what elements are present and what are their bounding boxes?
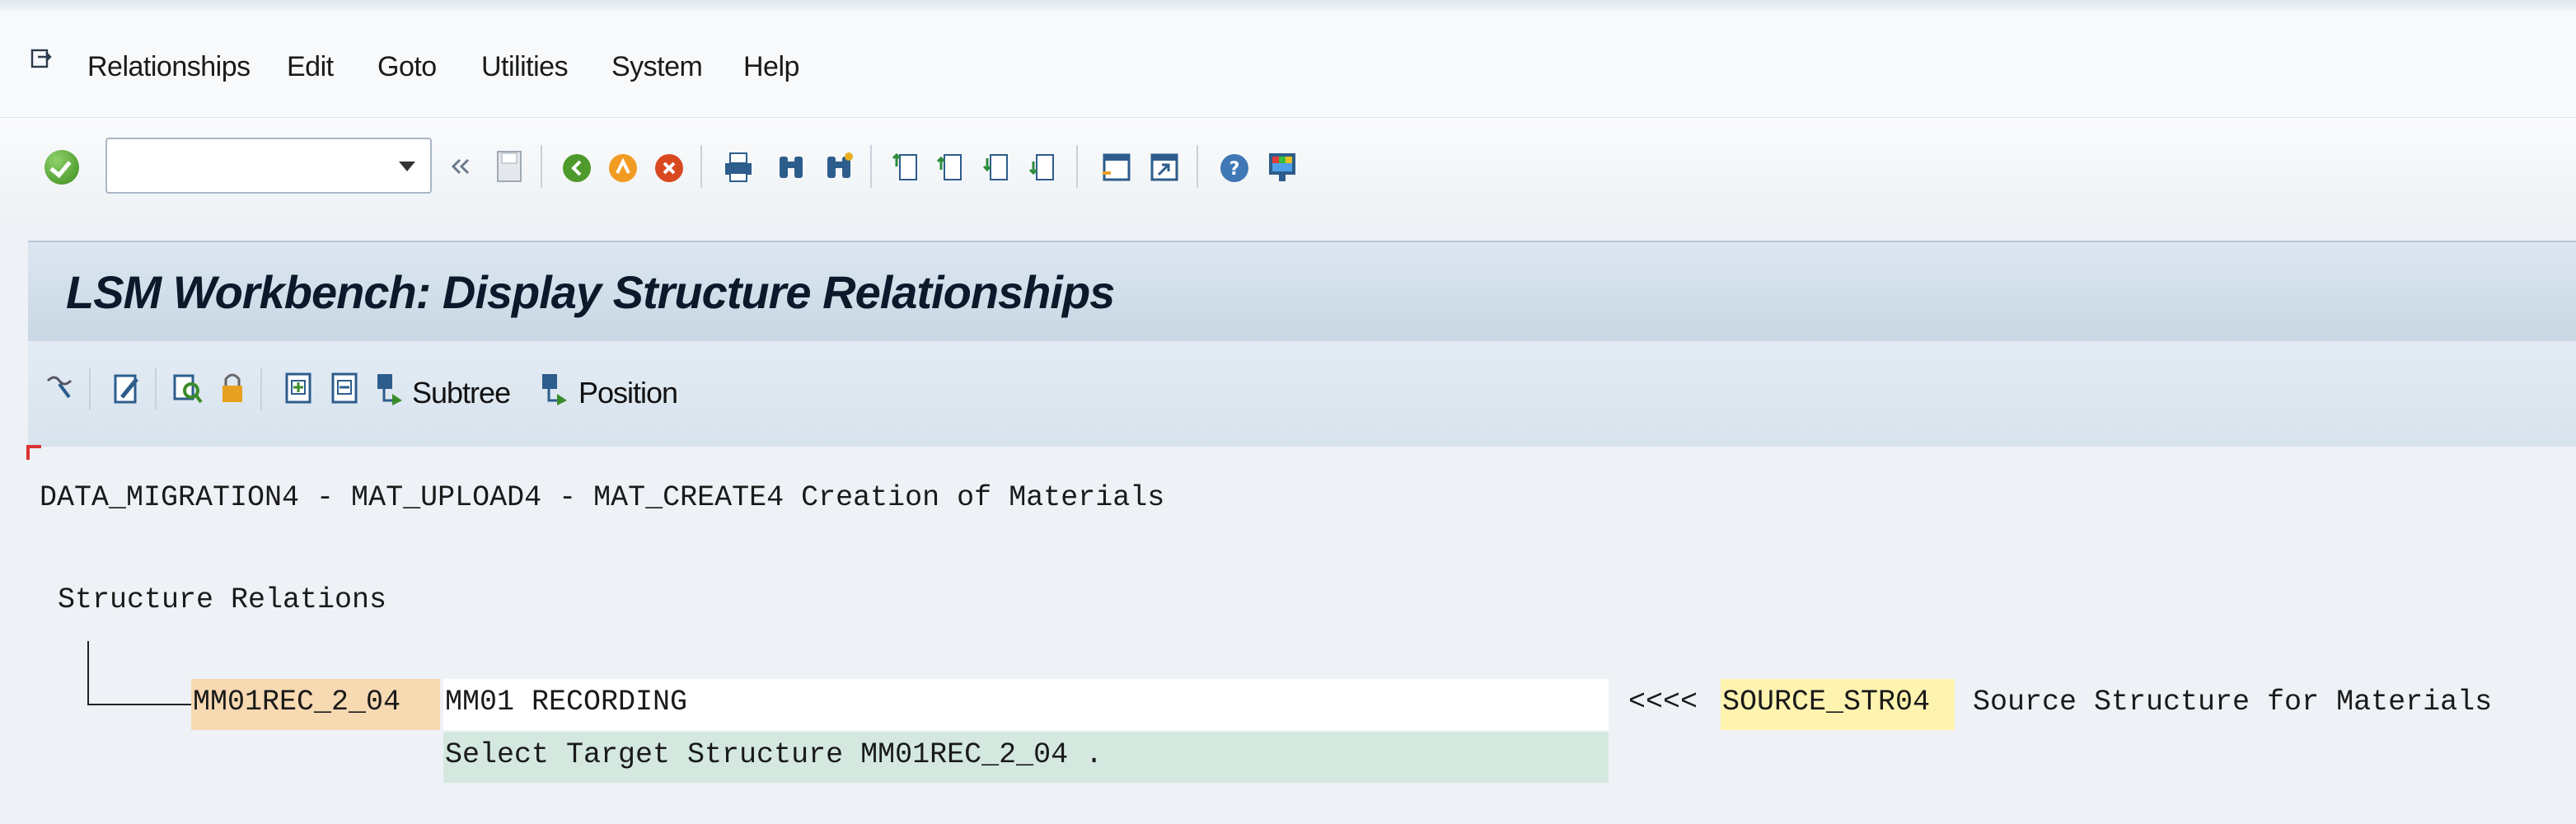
subtree-icon[interactable] — [374, 369, 407, 407]
system-menu-icon[interactable] — [30, 48, 53, 71]
source-structure-name[interactable]: SOURCE_STR04 — [1722, 686, 1930, 719]
relationship-arrow: <<<< — [1628, 686, 1698, 719]
tree-connector — [87, 704, 191, 705]
lock-icon[interactable] — [216, 369, 249, 407]
expand-all-icon[interactable] — [282, 369, 315, 407]
menu-help[interactable]: Help — [743, 51, 799, 83]
menu-edit[interactable]: Edit — [287, 51, 334, 83]
next-page-icon[interactable] — [981, 148, 1014, 185]
toolbar-separator — [1076, 145, 1078, 188]
other-relationship-icon[interactable] — [43, 369, 76, 407]
toolbar-separator — [1197, 145, 1198, 188]
position-button[interactable]: Position — [578, 376, 678, 410]
menu-utilities[interactable]: Utilities — [481, 51, 569, 83]
migration-object-header: DATA_MIGRATION4 - MAT_UPLOAD4 - MAT_CREA… — [40, 481, 1165, 514]
menu-system[interactable]: System — [611, 51, 703, 83]
target-structure-description: MM01 RECORDING — [445, 686, 688, 719]
structure-relations-label: Structure Relations — [58, 583, 387, 616]
collapse-all-icon[interactable] — [328, 369, 361, 407]
save-icon[interactable] — [493, 148, 526, 185]
first-page-icon[interactable] — [890, 148, 923, 185]
toolbar-separator — [700, 145, 702, 188]
last-page-icon[interactable] — [1027, 148, 1060, 185]
help-icon[interactable]: ? — [1218, 148, 1251, 185]
cancel-icon[interactable] — [653, 148, 686, 185]
find-next-icon[interactable] — [822, 148, 855, 185]
display-change-icon[interactable] — [110, 369, 143, 407]
chevron-down-icon[interactable] — [399, 162, 415, 171]
svg-text:?: ? — [1229, 159, 1240, 180]
previous-page-icon[interactable] — [934, 148, 967, 185]
back-icon[interactable] — [560, 148, 593, 185]
toolbar-separator — [541, 145, 542, 188]
exit-icon[interactable] — [607, 148, 639, 185]
page-title: LSM Workbench: Display Structure Relatio… — [66, 266, 1115, 318]
window-top-edge — [0, 0, 2576, 12]
position-icon[interactable] — [539, 369, 572, 407]
source-structure-description: Source Structure for Materials — [1973, 686, 2493, 719]
create-session-icon[interactable] — [1099, 148, 1132, 185]
select-target-hint: Select Target Structure MM01REC_2_04 . — [445, 738, 1103, 771]
toolbar-separator — [260, 368, 262, 410]
print-icon[interactable] — [722, 148, 755, 185]
customize-layout-icon[interactable] — [1266, 148, 1299, 185]
application-toolbar — [28, 341, 2576, 447]
collapse-command-field-icon[interactable] — [448, 148, 471, 185]
subtree-button[interactable]: Subtree — [412, 376, 511, 410]
toolbar-separator — [89, 368, 91, 410]
menu-relationships[interactable]: Relationships — [87, 51, 251, 83]
find-icon[interactable] — [775, 148, 808, 185]
target-structure-name[interactable]: MM01REC_2_04 — [193, 686, 400, 719]
focus-corner-marker — [26, 445, 41, 460]
toolbar-separator — [870, 145, 872, 188]
tree-connector — [87, 641, 89, 705]
toolbar-separator — [155, 368, 157, 410]
shortcut-icon[interactable] — [1147, 148, 1180, 185]
enter-icon[interactable] — [44, 150, 79, 185]
menu-goto[interactable]: Goto — [377, 51, 437, 83]
command-field[interactable] — [105, 138, 432, 194]
check-icon[interactable] — [171, 369, 204, 407]
